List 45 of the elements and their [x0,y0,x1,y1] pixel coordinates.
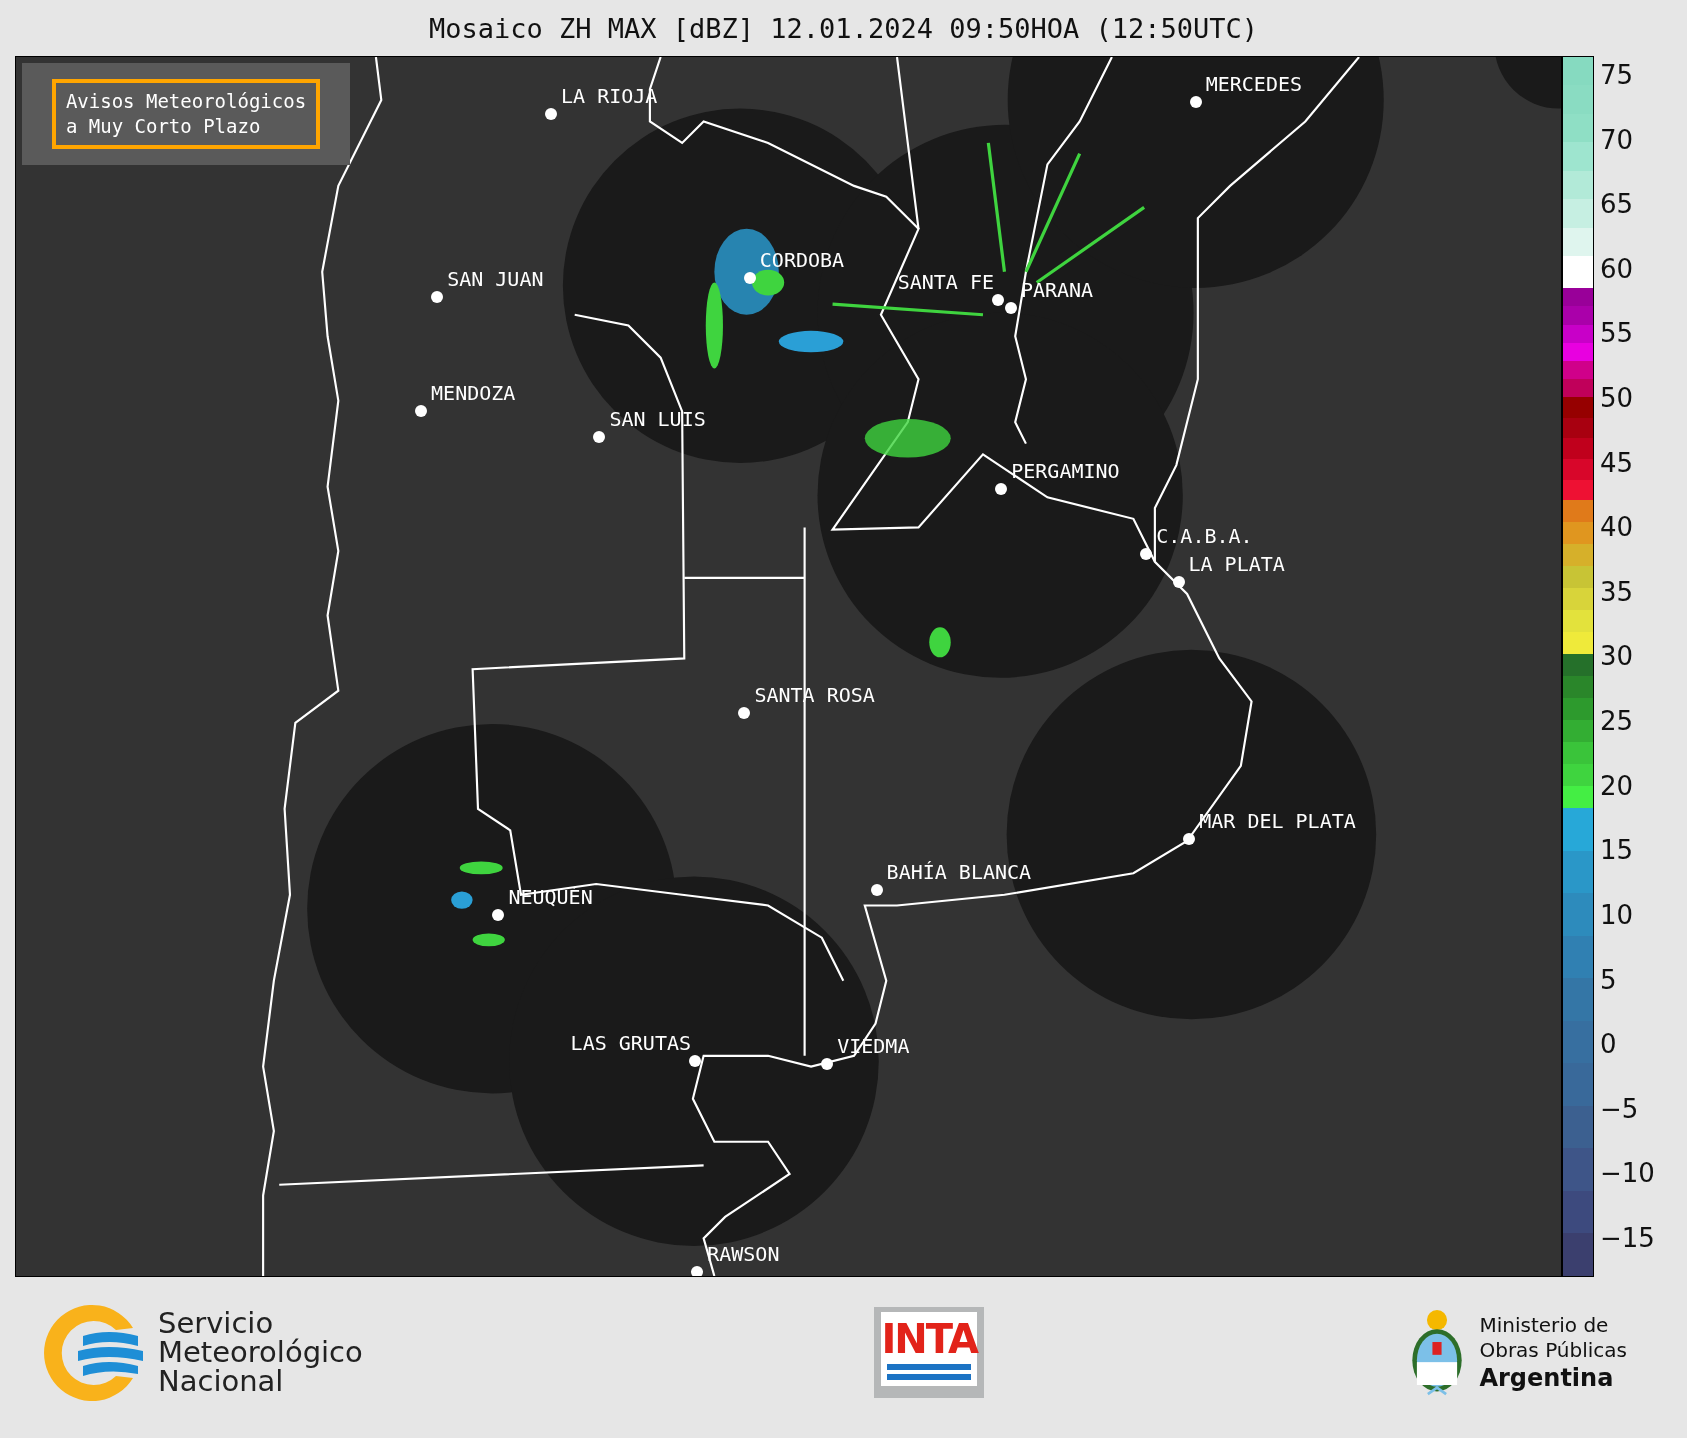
notice-label: Avisos Meteorológicos a Muy Corto Plazo [51,79,321,149]
colorbar-tick-label: 0 [1599,1031,1618,1058]
city-label: LA PLATA [1188,552,1285,577]
colorbar-tick-label: 15 [1599,837,1635,864]
colorbar-tick-label: 45 [1599,449,1635,476]
city-dot-icon [870,884,883,897]
colorbar-tick-label: 30 [1599,643,1635,670]
colorbar-tick-label: 5 [1599,966,1618,993]
city-label: BAHÍA BLANCA [886,860,1032,885]
colorbar-tick-label: 25 [1599,708,1635,735]
city-label: NEUQUÉN [508,885,593,910]
colorbar-tick-label: 20 [1599,772,1635,799]
colorbar-tick-label: 40 [1599,514,1635,541]
colorbar-tick-label: 10 [1599,901,1635,928]
map-title: Mosaico ZH MAX [dBZ] 12.01.2024 09:50HOA (12:50UTC) [428,11,1259,46]
colorbar-tick-label: 75 [1599,62,1635,88]
colorbar-tick-label: 50 [1599,385,1635,412]
city-label: MERCEDES [1205,72,1302,97]
city-label: MAR DEL PLATA [1199,808,1356,833]
colorbar-tick-label: −10 [1599,1160,1655,1187]
city-label: C.A.B.A. [1156,524,1253,549]
logo-text: INTA [881,1318,977,1360]
logo-text: Servicio Meteorológico Nacional [158,1309,363,1396]
city-label: LAS GRUTAS [570,1031,691,1056]
colorbar-tick-label: 65 [1599,191,1635,218]
city-label: RAWSON [707,1241,780,1266]
logo-text: Ministerio de Obras Públicas Argentina [1479,1312,1627,1393]
colorbar-tick-label: −5 [1599,1095,1640,1122]
city-label: MENDOZA [431,381,516,406]
city-dot-icon [691,1265,704,1276]
city-label: SAN JUAN [447,266,544,291]
colorbar-tick-label: 35 [1599,578,1635,605]
city-dot-icon [738,707,751,720]
city-label: PARANA [1020,278,1094,303]
city-label: PERGAMINO [1011,458,1120,483]
city-dot-icon [593,431,606,444]
city-dot-icon [415,405,428,418]
colorbar-tick-label: 60 [1599,255,1635,282]
city-dot-icon [431,290,444,303]
colorbar-tick-label: 55 [1599,320,1635,347]
colorbar-tick-label: −15 [1599,1224,1655,1251]
city-dot-icon [1172,576,1185,589]
city-label: SANTA FE [897,269,994,294]
colorbar-tick-label: 70 [1599,126,1635,153]
city-dot-icon [545,107,558,120]
